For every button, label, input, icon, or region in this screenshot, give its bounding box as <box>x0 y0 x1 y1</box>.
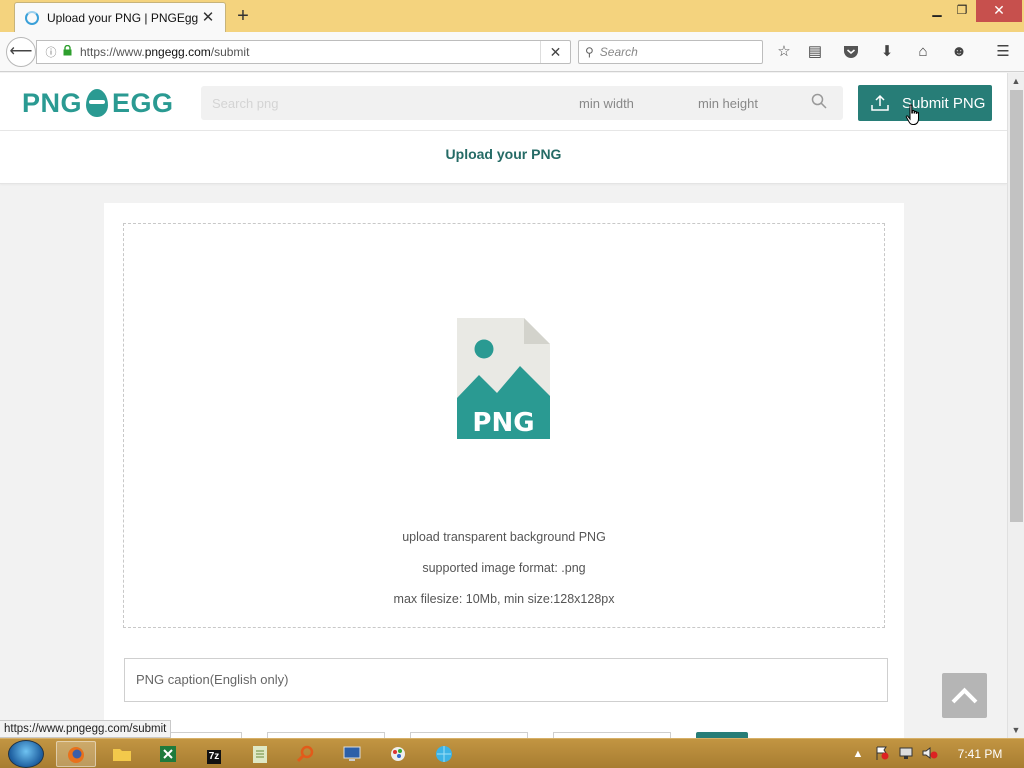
url-text[interactable]: https://www.pngegg.com/submit <box>80 45 540 59</box>
scroll-down-arrow-icon[interactable]: ▼ <box>1008 722 1024 738</box>
png-icon-label: PNG <box>472 408 534 438</box>
submit-png-button[interactable]: Submit PNG <box>858 85 992 121</box>
firefox-taskbar-icon[interactable] <box>56 741 96 767</box>
site-search-input[interactable]: Search png <box>201 96 561 111</box>
upload-icon <box>871 94 889 111</box>
reading-list-icon[interactable]: ▤ <box>804 42 826 64</box>
egg-icon <box>86 89 109 117</box>
back-button[interactable]: ⟵ <box>6 37 36 67</box>
chevron-up-icon <box>951 687 978 704</box>
bookmark-star-icon[interactable]: ☆ <box>773 42 795 64</box>
url-path: /submit <box>210 45 250 59</box>
pocket-icon[interactable] <box>840 42 862 64</box>
logo-text-right: EGG <box>112 87 174 118</box>
min-height-input[interactable]: min height <box>689 96 799 111</box>
network-icon[interactable] <box>898 746 914 762</box>
scroll-up-arrow-icon[interactable]: ▲ <box>1008 73 1024 89</box>
back-to-top-button[interactable] <box>942 673 987 718</box>
flag-alert-icon[interactable] <box>874 746 890 762</box>
png-file-icon: PNG <box>457 318 550 439</box>
7zip-label: 7z <box>206 750 222 764</box>
url-host: pngegg.com <box>144 45 211 59</box>
upload-hint-text: upload transparent background PNG <box>402 530 606 544</box>
system-clock[interactable]: 7:41 PM <box>950 747 1010 761</box>
min-width-input[interactable]: min width <box>561 96 689 111</box>
download-icon[interactable]: ⬇ <box>876 42 898 64</box>
restore-button[interactable]: ❐ <box>950 0 974 22</box>
start-button[interactable] <box>8 740 44 768</box>
search-icon: ⚲ <box>585 45 594 59</box>
logo-text-left: PNG <box>22 87 83 118</box>
status-bar-url: https://www.pngegg.com/submit <box>0 720 172 738</box>
remote-desktop-icon[interactable] <box>332 741 372 767</box>
site-logo[interactable]: PNG EGG <box>22 87 174 119</box>
page-title[interactable]: Upload your PNG <box>0 146 1007 162</box>
new-tab-button[interactable]: + <box>234 6 252 26</box>
browser-search-input[interactable]: ⚲ Search <box>578 40 763 64</box>
chat-icon[interactable]: ☻ <box>948 42 970 64</box>
address-bar[interactable]: ⓘ https://www.pngegg.com/submit ✕ <box>36 40 571 64</box>
excel-icon[interactable] <box>148 741 188 767</box>
scrollbar-thumb[interactable] <box>1010 90 1023 522</box>
subnav: Upload your PNG <box>0 131 1007 184</box>
home-icon[interactable]: ⌂ <box>912 42 934 64</box>
volume-muted-icon[interactable] <box>922 746 938 762</box>
tray-overflow-icon[interactable]: ▲ <box>850 746 866 762</box>
search-tool-icon[interactable] <box>286 741 326 767</box>
search-icon[interactable] <box>799 93 839 113</box>
browser-titlebar: Upload your PNG | PNGEgg ✕ + ▁ ❐ ✕ <box>0 0 1024 32</box>
site-header: PNG EGG Search png min width min height … <box>0 73 1007 131</box>
minimize-button[interactable]: ▁ <box>925 0 949 22</box>
format-hint-text: supported image format: .png <box>422 561 586 575</box>
tab-title: Upload your PNG | PNGEgg <box>47 10 199 25</box>
browser-globe-icon[interactable] <box>424 741 464 767</box>
file-explorer-icon[interactable] <box>102 741 142 767</box>
close-window-button[interactable]: ✕ <box>976 0 1022 22</box>
browser-navbar: ⟵ ⓘ https://www.pngegg.com/submit ✕ ⚲ Se… <box>0 32 1024 72</box>
loading-icon <box>25 10 39 25</box>
close-tab-icon[interactable]: ✕ <box>201 10 215 25</box>
notepad-icon[interactable] <box>240 741 280 767</box>
url-prefix: https://www. <box>80 45 145 59</box>
7zip-icon[interactable]: 7z <box>194 741 234 767</box>
menu-icon[interactable]: ☰ <box>992 42 1014 64</box>
site-search-bar: Search png min width min height <box>201 86 843 120</box>
browser-tab[interactable]: Upload your PNG | PNGEgg ✕ <box>14 2 226 32</box>
windows-taskbar: 7z ▲ 7:41 PM <box>0 738 1024 768</box>
caption-input[interactable]: PNG caption(English only) <box>124 658 888 702</box>
info-icon[interactable]: ⓘ <box>42 44 60 60</box>
size-hint-text: max filesize: 10Mb, min size:128x128px <box>393 592 615 606</box>
paint-icon[interactable] <box>378 741 418 767</box>
browser-search-placeholder: Search <box>599 45 638 59</box>
stop-icon[interactable]: ✕ <box>540 41 570 63</box>
hand-cursor-icon <box>905 104 919 125</box>
page-scrollbar[interactable]: ▲ ▼ <box>1007 73 1024 738</box>
lock-icon[interactable] <box>60 44 74 59</box>
